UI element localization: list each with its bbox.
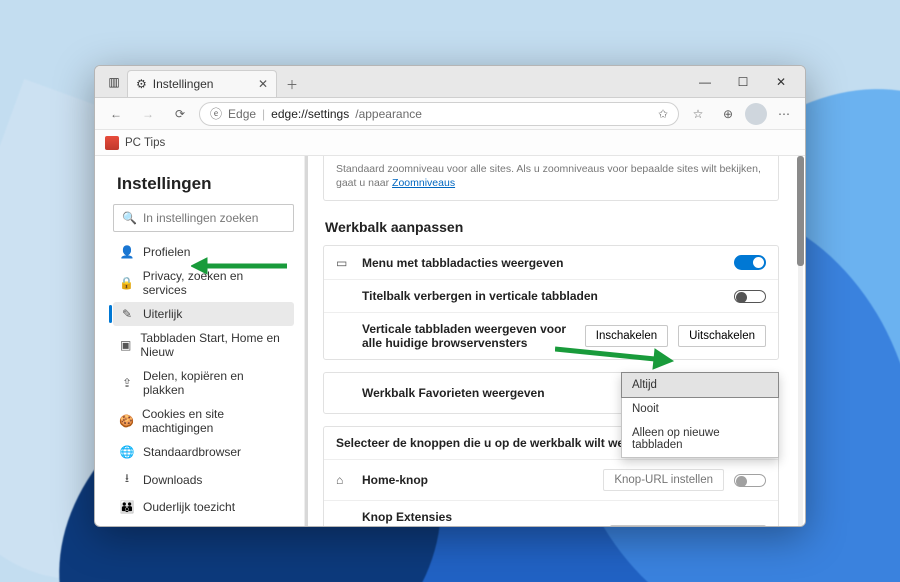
edge-settings-window: ▥ ⚙ Instellingen ✕ ＋ — ☐ ✕ ← → ⟳ ⓔ Edge …	[94, 65, 806, 527]
set-home-url-button[interactable]: Knop-URL instellen	[603, 469, 724, 491]
back-button[interactable]: ←	[103, 101, 129, 127]
bookmark-favicon	[105, 136, 119, 150]
maximize-button[interactable]: ☐	[725, 66, 761, 97]
window-icon: ▭	[336, 256, 352, 270]
zoom-levels-link[interactable]: Zoomniveaus	[392, 177, 455, 189]
extensions-display-select[interactable]: Automatisch weergeven▾	[610, 525, 766, 526]
share-icon: ⇪	[119, 376, 135, 390]
sidebar-title: Instellingen	[117, 174, 294, 194]
sidebar-item-label: Profielen	[143, 245, 190, 259]
tab-settings[interactable]: ⚙ Instellingen ✕	[127, 70, 277, 97]
tab-actions-menu-icon[interactable]: ▥	[101, 66, 127, 97]
toggle-home-button[interactable]	[734, 474, 766, 487]
settings-content: Instellingen 🔍 In instellingen zoeken 👤 P…	[95, 156, 805, 526]
url-host: edge://settings	[271, 107, 349, 121]
nav-toolbar: ← → ⟳ ⓔ Edge | edge://settings/appearanc…	[95, 98, 805, 130]
row-tab-actions: ▭ Menu met tabbladacties weergeven	[324, 246, 778, 279]
sidebar-item-label: Uiterlijk	[143, 307, 182, 321]
close-window-button[interactable]: ✕	[763, 66, 799, 97]
row-vertical-tabs: Verticale tabbladen weergeven voor alle …	[324, 312, 778, 359]
sidebar-item-ouderlijk-toezicht[interactable]: 👪 Ouderlijk toezicht	[113, 495, 294, 519]
sidebar-item-standaardbrowser[interactable]: 🌐 Standaardbrowser	[113, 440, 294, 464]
sidebar-item-edge-balk[interactable]: ▤ Edge-balk	[113, 519, 294, 526]
favorites-icon[interactable]: ☆	[685, 101, 711, 127]
forward-button[interactable]: →	[135, 101, 161, 127]
search-icon: 🔍	[122, 211, 137, 225]
dropdown-option-never[interactable]: Nooit	[622, 397, 778, 421]
bookmark-pc-tips[interactable]: PC Tips	[125, 137, 165, 149]
sidebar-item-privacy-zoeken-en-services[interactable]: 🔒 Privacy, zoeken en services	[113, 264, 294, 302]
family-icon: 👪	[119, 500, 135, 514]
sidebar-item-downloads[interactable]: ⭳ Downloads	[113, 464, 294, 495]
sidebar-item-label: Privacy, zoeken en services	[143, 269, 288, 297]
browser-icon: 🌐	[119, 445, 135, 459]
favorites-toolbar-dropdown[interactable]: Altijd Nooit Alleen op nieuwe tabbladen	[621, 372, 779, 458]
enable-button[interactable]: Inschakelen	[585, 325, 668, 347]
person-icon: 👤	[119, 245, 135, 259]
sidebar-item-label: Delen, kopiëren en plakken	[143, 369, 288, 397]
sidebar-item-delen-kopi-ren-en-plakken[interactable]: ⇪ Delen, kopiëren en plakken	[113, 364, 294, 402]
dropdown-option-always[interactable]: Altijd	[621, 372, 779, 398]
settings-search-input[interactable]: 🔍 In instellingen zoeken	[113, 204, 294, 232]
cookie-icon: 🍪	[119, 414, 134, 428]
bookmarks-bar: PC Tips	[95, 130, 805, 156]
download-icon: ⭳	[119, 469, 135, 490]
url-prefix: Edge	[228, 107, 256, 121]
sidebar-item-label: Edge-balk	[143, 524, 197, 526]
close-tab-icon[interactable]: ✕	[258, 77, 268, 91]
dropdown-option-new-tabs[interactable]: Alleen op nieuwe tabbladen	[622, 421, 778, 457]
gear-icon: ⚙	[136, 77, 147, 91]
new-tab-button[interactable]: ＋	[279, 71, 305, 97]
minimize-button[interactable]: —	[687, 66, 723, 97]
sidebar-item-label: Downloads	[143, 473, 202, 487]
row-extensions-button: ❐ Knop Extensies De knop Extensies wordt…	[324, 500, 778, 526]
tab-strip: ▥ ⚙ Instellingen ✕ ＋ — ☐ ✕	[95, 66, 805, 98]
section-title-toolbar: Werkbalk aanpassen	[325, 219, 779, 235]
url-path: /appearance	[355, 107, 422, 121]
collections-icon[interactable]: ⊕	[715, 101, 741, 127]
sidebar-item-cookies-en-site-machtigingen[interactable]: 🍪 Cookies en site machtigingen	[113, 402, 294, 440]
row-home-button: ⌂ Home-knop Knop-URL instellen	[324, 459, 778, 500]
scrollbar-thumb[interactable]	[797, 156, 804, 266]
site-identity-icon: ⓔ	[210, 105, 222, 122]
edge-icon: ▤	[119, 524, 135, 526]
sidebar-item-label: Ouderlijk toezicht	[143, 500, 235, 514]
sidebar-item-uiterlijk[interactable]: ✎ Uiterlijk	[113, 302, 294, 326]
sidebar-item-label: Standaardbrowser	[143, 445, 241, 459]
sidebar-item-tabbladen-start-home-en-nieuw[interactable]: ▣ Tabbladen Start, Home en Nieuw	[113, 326, 294, 364]
toggle-hide-titlebar[interactable]	[734, 290, 766, 303]
search-placeholder: In instellingen zoeken	[143, 211, 258, 225]
settings-main: Standaard zoomniveau voor alle sites. Al…	[305, 156, 805, 526]
disable-button[interactable]: Uitschakelen	[678, 325, 766, 347]
address-bar[interactable]: ⓔ Edge | edge://settings/appearance ✩	[199, 102, 679, 126]
brush-icon: ✎	[119, 307, 135, 321]
sidebar-item-label: Tabbladen Start, Home en Nieuw	[140, 331, 288, 359]
toolbar-panel-1: ▭ Menu met tabbladacties weergeven Titel…	[323, 245, 779, 360]
lock-icon: 🔒	[119, 276, 135, 290]
zoom-hint: Standaard zoomniveau voor alle sites. Al…	[323, 156, 779, 201]
tab-title: Instellingen	[153, 77, 214, 91]
sidebar-item-label: Cookies en site machtigingen	[142, 407, 288, 435]
window-icon: ▣	[119, 338, 132, 352]
window-controls: — ☐ ✕	[687, 66, 799, 97]
row-hide-titlebar: Titelbalk verbergen in verticale tabblad…	[324, 279, 778, 312]
settings-sidebar: Instellingen 🔍 In instellingen zoeken 👤 P…	[95, 156, 305, 526]
home-icon: ⌂	[336, 473, 352, 487]
more-menu-icon[interactable]: ⋯	[771, 101, 797, 127]
toggle-tab-actions[interactable]	[734, 255, 766, 270]
refresh-button[interactable]: ⟳	[167, 101, 193, 127]
profile-avatar[interactable]	[745, 103, 767, 125]
reading-mode-icon[interactable]: ✩	[658, 107, 668, 121]
sidebar-item-profielen[interactable]: 👤 Profielen	[113, 240, 294, 264]
